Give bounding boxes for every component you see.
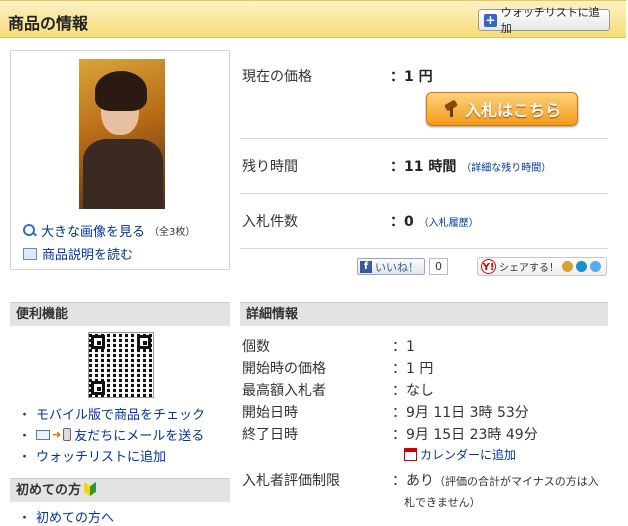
- beginner-link[interactable]: ・ 初めての方へ: [18, 507, 114, 526]
- mail-icon: [36, 429, 51, 440]
- page-title: 商品の情報: [8, 14, 89, 33]
- email-friend-label[interactable]: 友だちにメールを送る: [74, 425, 204, 444]
- beginner-title: 初めての方: [16, 483, 82, 498]
- yahoo-icon: Y!: [481, 259, 496, 274]
- phone-icon: [63, 428, 72, 441]
- item-image-box: 大きな画像を見る （全3枚） 商品説明を読む: [10, 50, 230, 270]
- rating-value: ：あり: [392, 473, 434, 489]
- current-price-label: 現在の価格: [242, 69, 312, 85]
- twitter-icon[interactable]: [590, 261, 601, 272]
- watchlist-button-label: ウォッチリストに追加: [500, 6, 600, 35]
- bid-count-row: 入札件数 ：0 （入札履歴）: [240, 193, 608, 249]
- current-price-row: 現在の価格 ：1 円 入札はこちら: [240, 50, 608, 139]
- arrow-icon: ➜: [52, 428, 62, 441]
- image-count: （全3枚）: [149, 227, 196, 238]
- item-photo[interactable]: [79, 59, 165, 209]
- remaining-time-label: 残り時間: [242, 159, 298, 175]
- rating-note: （評価の合計がマイナスの方は入: [434, 475, 599, 488]
- hammer-icon: [443, 101, 459, 117]
- mobile-version-link[interactable]: ・ モバイル版で商品をチェック: [18, 404, 205, 423]
- remaining-time-row: 残り時間 ：11 時間 （詳細な残り時間）: [240, 138, 608, 194]
- calendar-icon: [404, 448, 417, 461]
- beginner-link-label[interactable]: 初めての方へ: [36, 507, 114, 526]
- share-label: シェアする！: [499, 263, 559, 274]
- detail-label: 開始日時: [242, 405, 298, 421]
- detail-label: 最高額入札者: [242, 383, 326, 399]
- detail-value: ：あり（評価の合計がマイナスの方は入: [392, 470, 599, 490]
- bid-button-label: 入札はこちら: [464, 101, 561, 120]
- bid-button[interactable]: 入札はこちら: [426, 92, 578, 126]
- bid-count-value: ：0: [390, 214, 414, 230]
- convenience-header: 便利機能: [10, 302, 230, 326]
- detail-value: ：9月 11日 3時 53分: [392, 405, 529, 421]
- detail-label: 個数: [242, 339, 270, 355]
- facebook-like-button[interactable]: f いいね！: [357, 258, 425, 275]
- facebook-like-label: いいね！: [375, 260, 419, 274]
- sidebar-watchlist-link[interactable]: ・ ウォッチリストに追加: [18, 446, 166, 465]
- mixi-icon[interactable]: [562, 261, 573, 272]
- mobile-version-label[interactable]: モバイル版で商品をチェック: [36, 404, 205, 423]
- read-description-label[interactable]: 商品説明を読む: [42, 244, 133, 263]
- sidebar-watchlist-label[interactable]: ウォッチリストに追加: [36, 446, 166, 465]
- facebook-like-count: 0: [429, 258, 448, 275]
- facebook-like: f いいね！ 0: [357, 258, 448, 275]
- qr-code: [88, 332, 154, 398]
- remaining-time-value: ：11 時間: [390, 159, 457, 175]
- remaining-time-detail-link[interactable]: （詳細な残り時間）: [461, 163, 551, 174]
- detail-value: ：9月 15日 23時 49分: [392, 427, 538, 443]
- plus-icon: +: [484, 12, 497, 27]
- detail-label: 入札者評価制限: [242, 473, 340, 489]
- beginner-header: 初めての方: [10, 478, 230, 502]
- bid-count-label: 入札件数: [242, 214, 298, 230]
- book-icon: [23, 247, 37, 260]
- email-friend-link[interactable]: ・ ➜ 友だちにメールを送る: [18, 425, 204, 444]
- detail-value: ：なし: [392, 383, 434, 399]
- hatena-icon[interactable]: [576, 261, 587, 272]
- detail-value: ：1 円: [392, 361, 434, 377]
- read-description-link[interactable]: 商品説明を読む: [23, 244, 133, 263]
- view-large-image-link[interactable]: 大きな画像を見る （全3枚）: [23, 221, 195, 240]
- detail-value: ：1: [392, 339, 415, 355]
- facebook-icon: f: [360, 260, 372, 273]
- bid-history-link[interactable]: （入札履歴）: [419, 218, 479, 229]
- share-button[interactable]: Y! シェアする！: [477, 257, 607, 276]
- details-header: 詳細情報: [240, 302, 608, 326]
- detail-label: 終了日時: [242, 427, 298, 443]
- view-large-image-label[interactable]: 大きな画像を見る: [41, 221, 145, 240]
- add-to-calendar-label[interactable]: カレンダーに追加: [420, 448, 516, 462]
- detail-label: 開始時の価格: [242, 361, 326, 377]
- section-header: 商品の情報 + ウォッチリストに追加: [0, 0, 626, 38]
- add-to-calendar-link[interactable]: カレンダーに追加: [404, 446, 516, 463]
- magnifier-icon: [23, 224, 36, 237]
- current-price-value: ：1 円: [390, 69, 433, 85]
- rating-note-continued: 札できません）: [404, 496, 481, 509]
- add-to-watchlist-button[interactable]: + ウォッチリストに追加: [478, 6, 610, 35]
- beginner-mark-icon: [84, 482, 97, 496]
